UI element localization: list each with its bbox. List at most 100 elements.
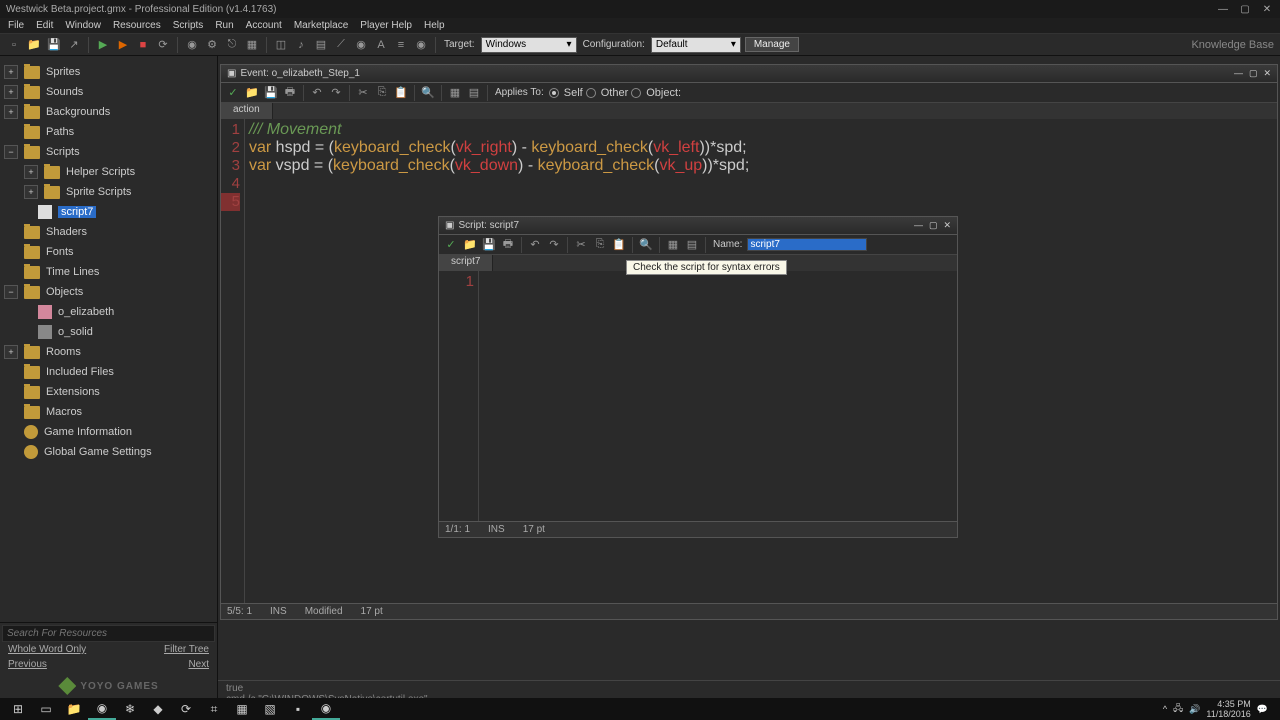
bg-icon[interactable]: ▤ <box>313 37 329 53</box>
tree-fonts[interactable]: Fonts <box>0 242 217 262</box>
redo-icon[interactable]: ↷ <box>546 237 562 253</box>
print-icon[interactable]: 🖶 <box>282 85 298 101</box>
app-icon[interactable]: ⌗ <box>200 698 228 720</box>
menu-edit[interactable]: Edit <box>36 20 53 31</box>
app-icon[interactable]: ◆ <box>144 698 172 720</box>
maximize-button[interactable]: ▢ <box>1238 3 1252 15</box>
minimize-button[interactable]: — <box>1216 3 1230 15</box>
tree-sounds[interactable]: +Sounds <box>0 82 217 102</box>
font-icon[interactable]: A <box>373 37 389 53</box>
tab-action[interactable]: action <box>221 103 273 119</box>
menu-player-help[interactable]: Player Help <box>360 20 412 31</box>
whole-word-toggle[interactable]: Whole Word Only <box>8 644 86 655</box>
tree-backgrounds[interactable]: +Backgrounds <box>0 102 217 122</box>
tab-script7[interactable]: script7 <box>439 255 493 271</box>
open-icon[interactable]: 📁 <box>244 85 260 101</box>
find-icon[interactable]: 🔍 <box>638 237 654 253</box>
tree-sprites[interactable]: +Sprites <box>0 62 217 82</box>
confirm-icon[interactable]: ✓ <box>225 85 241 101</box>
snippet-icon[interactable]: ▤ <box>466 85 482 101</box>
expand-icon[interactable]: + <box>4 85 18 99</box>
app-icon[interactable]: ▪ <box>284 698 312 720</box>
tree-rooms[interactable]: +Rooms <box>0 342 217 362</box>
syntax-check-icon[interactable]: ▦ <box>665 237 681 253</box>
debug-icon[interactable]: ▶ <box>115 37 131 53</box>
radio-object[interactable] <box>631 88 641 98</box>
close-button[interactable]: ✕ <box>1263 68 1271 79</box>
tray-volume-icon[interactable]: 🔊 <box>1189 704 1200 715</box>
open-icon[interactable]: 📁 <box>462 237 478 253</box>
save-icon[interactable]: 💾 <box>263 85 279 101</box>
collapse-icon[interactable]: − <box>4 285 18 299</box>
globe-icon[interactable]: ◉ <box>184 37 200 53</box>
tree-helper-scripts[interactable]: +Helper Scripts <box>0 162 217 182</box>
start-button[interactable]: ⊞ <box>4 698 32 720</box>
system-tray[interactable]: ^ 🖧 🔊 4:35 PM 11/18/2016 💬 <box>1163 699 1276 719</box>
tree-o-elizabeth[interactable]: o_elizabeth <box>0 302 217 322</box>
run-icon[interactable]: ▶ <box>95 37 111 53</box>
tree-scripts[interactable]: −Scripts <box>0 142 217 162</box>
paste-icon[interactable]: 📋 <box>393 85 409 101</box>
menu-scripts[interactable]: Scripts <box>173 20 204 31</box>
menu-window[interactable]: Window <box>65 20 101 31</box>
minimize-button[interactable]: — <box>1234 68 1243 79</box>
cut-icon[interactable]: ✂ <box>573 237 589 253</box>
tree-settings[interactable]: Global Game Settings <box>0 442 217 462</box>
maximize-button[interactable]: ▢ <box>1249 68 1258 79</box>
path-icon[interactable]: ⟋ <box>333 37 349 53</box>
tree-script7[interactable]: script7 <box>0 202 217 222</box>
tree-objects[interactable]: −Objects <box>0 282 217 302</box>
tree-macros[interactable]: Macros <box>0 402 217 422</box>
expand-icon[interactable]: + <box>4 345 18 359</box>
undo-icon[interactable]: ↶ <box>527 237 543 253</box>
expand-icon[interactable]: + <box>4 65 18 79</box>
tree-included[interactable]: Included Files <box>0 362 217 382</box>
clean-icon[interactable]: ⟳ <box>155 37 171 53</box>
paste-icon[interactable]: 📋 <box>611 237 627 253</box>
open-icon[interactable]: 📁 <box>26 37 42 53</box>
expand-icon[interactable]: + <box>24 165 38 179</box>
code-content[interactable] <box>479 271 957 521</box>
save-icon[interactable]: 💾 <box>46 37 62 53</box>
snippet-icon[interactable]: ▤ <box>684 237 700 253</box>
menu-help[interactable]: Help <box>424 20 445 31</box>
tree-paths[interactable]: Paths <box>0 122 217 142</box>
undo-icon[interactable]: ↶ <box>309 85 325 101</box>
script-editor-titlebar[interactable]: ▣Script: script7 — ▢ ✕ <box>439 217 957 235</box>
script-name-input[interactable] <box>747 238 867 251</box>
sound-icon[interactable]: ♪ <box>293 37 309 53</box>
save-icon[interactable]: 💾 <box>481 237 497 253</box>
confirm-icon[interactable]: ✓ <box>443 237 459 253</box>
manage-button[interactable]: Manage <box>745 37 799 52</box>
menu-marketplace[interactable]: Marketplace <box>294 20 348 31</box>
task-view-icon[interactable]: ▭ <box>32 698 60 720</box>
tree-extensions[interactable]: Extensions <box>0 382 217 402</box>
syntax-check-icon[interactable]: ▦ <box>447 85 463 101</box>
collapse-icon[interactable]: − <box>4 145 18 159</box>
cut-icon[interactable]: ✂ <box>355 85 371 101</box>
gear-icon[interactable]: ⚙ <box>204 37 220 53</box>
timeline-icon[interactable]: ≡ <box>393 37 409 53</box>
menu-file[interactable]: File <box>8 20 24 31</box>
minimize-button[interactable]: — <box>914 220 923 231</box>
tree-shaders[interactable]: Shaders <box>0 222 217 242</box>
menu-resources[interactable]: Resources <box>113 20 161 31</box>
new-icon[interactable]: ▫ <box>6 37 22 53</box>
close-button[interactable]: ✕ <box>1260 3 1274 15</box>
target-combo[interactable]: Windows▾ <box>481 37 577 53</box>
event-editor-titlebar[interactable]: ▣Event: o_elizabeth_Step_1 — ▢ ✕ <box>221 65 1277 83</box>
close-button[interactable]: ✕ <box>943 220 951 231</box>
menu-run[interactable]: Run <box>215 20 233 31</box>
copy-icon[interactable]: ⎘ <box>374 85 390 101</box>
expand-icon[interactable]: + <box>24 185 38 199</box>
chrome-icon[interactable]: ◉ <box>88 698 116 720</box>
stop-icon[interactable]: ■ <box>135 37 151 53</box>
gamemaker-icon[interactable]: ◉ <box>312 698 340 720</box>
redo-icon[interactable]: ↷ <box>328 85 344 101</box>
script-icon[interactable]: ◉ <box>353 37 369 53</box>
find-icon[interactable]: 🔍 <box>420 85 436 101</box>
tree-gameinfo[interactable]: Game Information <box>0 422 217 442</box>
knowledge-base-link[interactable]: Knowledge Base <box>1191 39 1274 51</box>
app-icon[interactable]: ▧ <box>256 698 284 720</box>
tray-up-icon[interactable]: ^ <box>1163 704 1167 714</box>
